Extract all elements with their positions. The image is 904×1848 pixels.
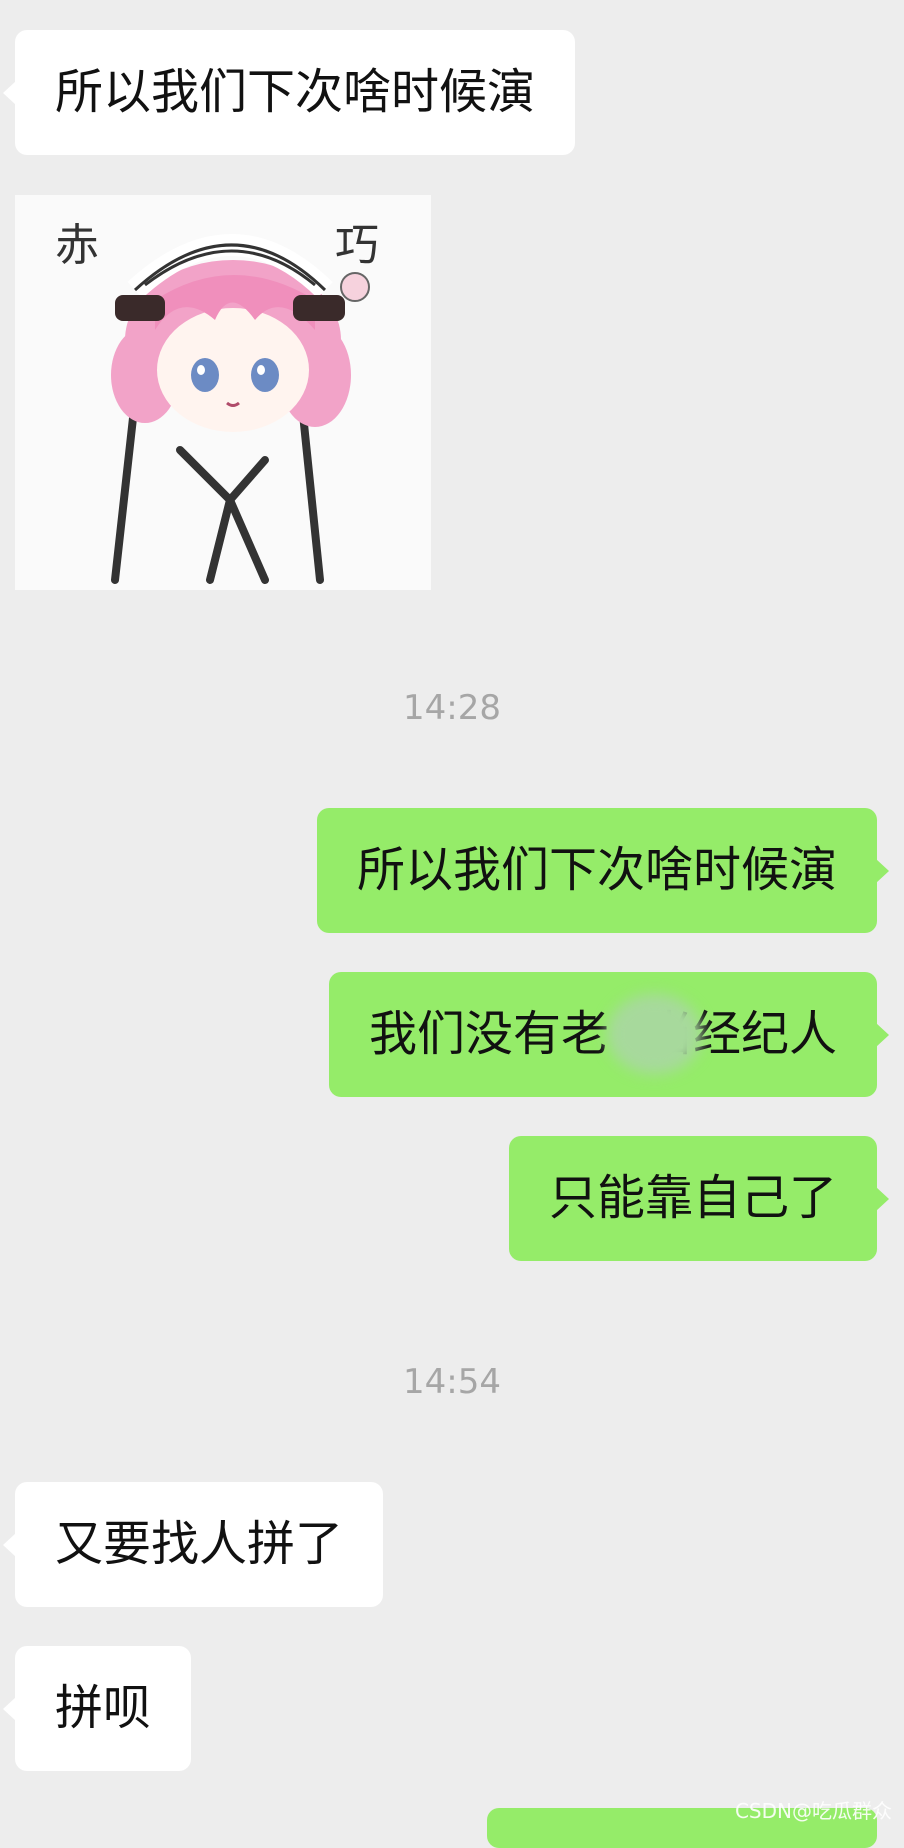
sticker-image[interactable]: 赤 巧 — [15, 195, 431, 590]
outgoing-message-bubble[interactable]: 我们没有老 当经纪人 — [328, 972, 890, 1097]
message-text-before-redaction: 我们没有老 — [368, 1006, 609, 1062]
outgoing-message-bubble[interactable]: 只能靠自己了 — [508, 1136, 890, 1261]
anime-girl-sticker-illustration: 赤 巧 — [15, 195, 431, 590]
sticker-caption-right: 巧 — [335, 220, 379, 271]
incoming-message-bubble[interactable]: 所以我们下次啥时候演 — [2, 30, 576, 155]
message-text: 又要找人拼了 — [55, 1516, 344, 1572]
incoming-message-bubble[interactable]: 拼呗 — [2, 1646, 192, 1771]
watermark: CSDN@吃瓜群众 — [734, 1799, 892, 1823]
outgoing-message-bubble[interactable]: 所以我们下次啥时候演 — [316, 808, 890, 933]
timestamp: 14:54 — [403, 1362, 501, 1402]
message-text: 只能靠自己了 — [548, 1170, 837, 1226]
message-text: 所以我们下次啥时候演 — [356, 842, 837, 898]
message-text: 所以我们下次啥时候演 — [55, 64, 536, 120]
sticker-caption-left: 赤 — [55, 220, 99, 271]
message-text: 拼呗 — [55, 1680, 152, 1736]
incoming-message-bubble[interactable]: 又要找人拼了 — [2, 1482, 384, 1607]
redaction-blur — [606, 994, 702, 1074]
timestamp: 14:28 — [403, 688, 501, 728]
